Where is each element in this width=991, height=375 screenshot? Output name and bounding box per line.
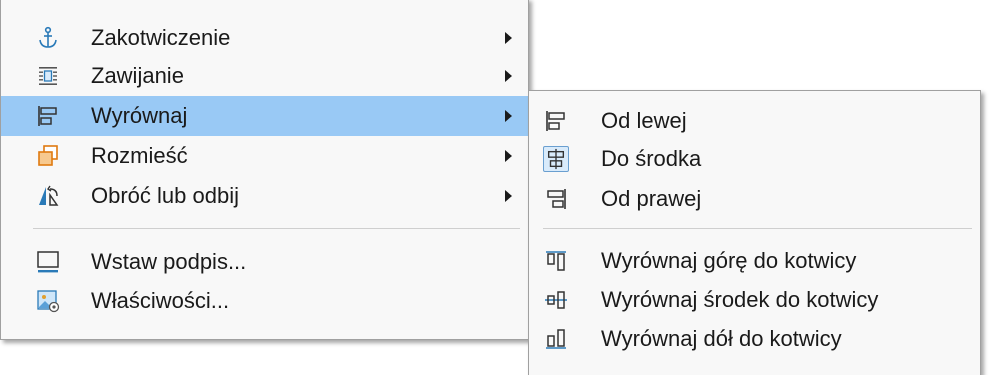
submenu-arrow-icon	[505, 190, 512, 202]
align-left-icon	[543, 108, 569, 134]
align-submenu: Od lewej Do środka Od prawej Wyrównaj gó…	[528, 90, 981, 375]
menu-item-label: Obróć lub odbij	[91, 183, 239, 208]
menu-item-label: Właściwości...	[91, 288, 230, 313]
menu-item-arrange[interactable]: Rozmieść	[1, 136, 528, 176]
menu-item-label: Zakotwiczenie	[91, 25, 231, 50]
align-middle-anchor-icon	[543, 287, 569, 313]
menu-separator	[543, 228, 972, 229]
submenu-item-label: Do środka	[601, 146, 702, 171]
rotate-flip-icon	[35, 183, 61, 209]
submenu-item-align-middle-anchor[interactable]: Wyrównaj środek do kotwicy	[529, 280, 980, 320]
submenu-arrow-icon	[505, 150, 512, 162]
menu-separator	[33, 228, 520, 229]
caption-icon	[35, 249, 61, 275]
arrange-icon	[35, 143, 61, 169]
submenu-item-label: Od lewej	[601, 108, 687, 133]
submenu-arrow-icon	[505, 70, 512, 82]
align-icon	[35, 103, 61, 129]
context-menu: Zakotwiczenie Zawijanie Wyrównaj Rozmieś…	[0, 0, 529, 340]
submenu-item-label: Wyrównaj środek do kotwicy	[601, 287, 879, 312]
submenu-item-align-top-anchor[interactable]: Wyrównaj górę do kotwicy	[529, 241, 980, 281]
submenu-arrow-icon	[505, 32, 512, 44]
menu-item-properties[interactable]: Właściwości...	[1, 281, 528, 321]
submenu-item-label: Wyrównaj górę do kotwicy	[601, 248, 857, 273]
menu-item-label: Zawijanie	[91, 63, 184, 88]
submenu-item-align-right[interactable]: Od prawej	[529, 179, 980, 219]
menu-item-rotate-flip[interactable]: Obróć lub odbij	[1, 176, 528, 216]
anchor-icon	[35, 25, 61, 51]
align-right-icon	[543, 186, 569, 212]
menu-item-anchor[interactable]: Zakotwiczenie	[1, 18, 528, 58]
align-bottom-anchor-icon	[543, 326, 569, 352]
submenu-item-align-left[interactable]: Od lewej	[529, 101, 980, 141]
align-top-anchor-icon	[543, 248, 569, 274]
menu-item-label: Wyrównaj	[91, 103, 188, 128]
submenu-arrow-icon	[505, 110, 512, 122]
properties-icon	[35, 288, 61, 314]
submenu-item-align-center[interactable]: Do środka	[529, 139, 980, 179]
submenu-item-label: Od prawej	[601, 186, 702, 211]
menu-item-label: Rozmieść	[91, 143, 188, 168]
submenu-item-label: Wyrównaj dół do kotwicy	[601, 326, 842, 351]
menu-item-label: Wstaw podpis...	[91, 249, 247, 274]
menu-item-wrap[interactable]: Zawijanie	[1, 56, 528, 96]
menu-item-insert-caption[interactable]: Wstaw podpis...	[1, 242, 528, 282]
menu-item-align[interactable]: Wyrównaj	[1, 96, 528, 136]
wrap-icon	[35, 63, 61, 89]
align-center-icon	[543, 146, 569, 172]
submenu-item-align-bottom-anchor[interactable]: Wyrównaj dół do kotwicy	[529, 319, 980, 359]
